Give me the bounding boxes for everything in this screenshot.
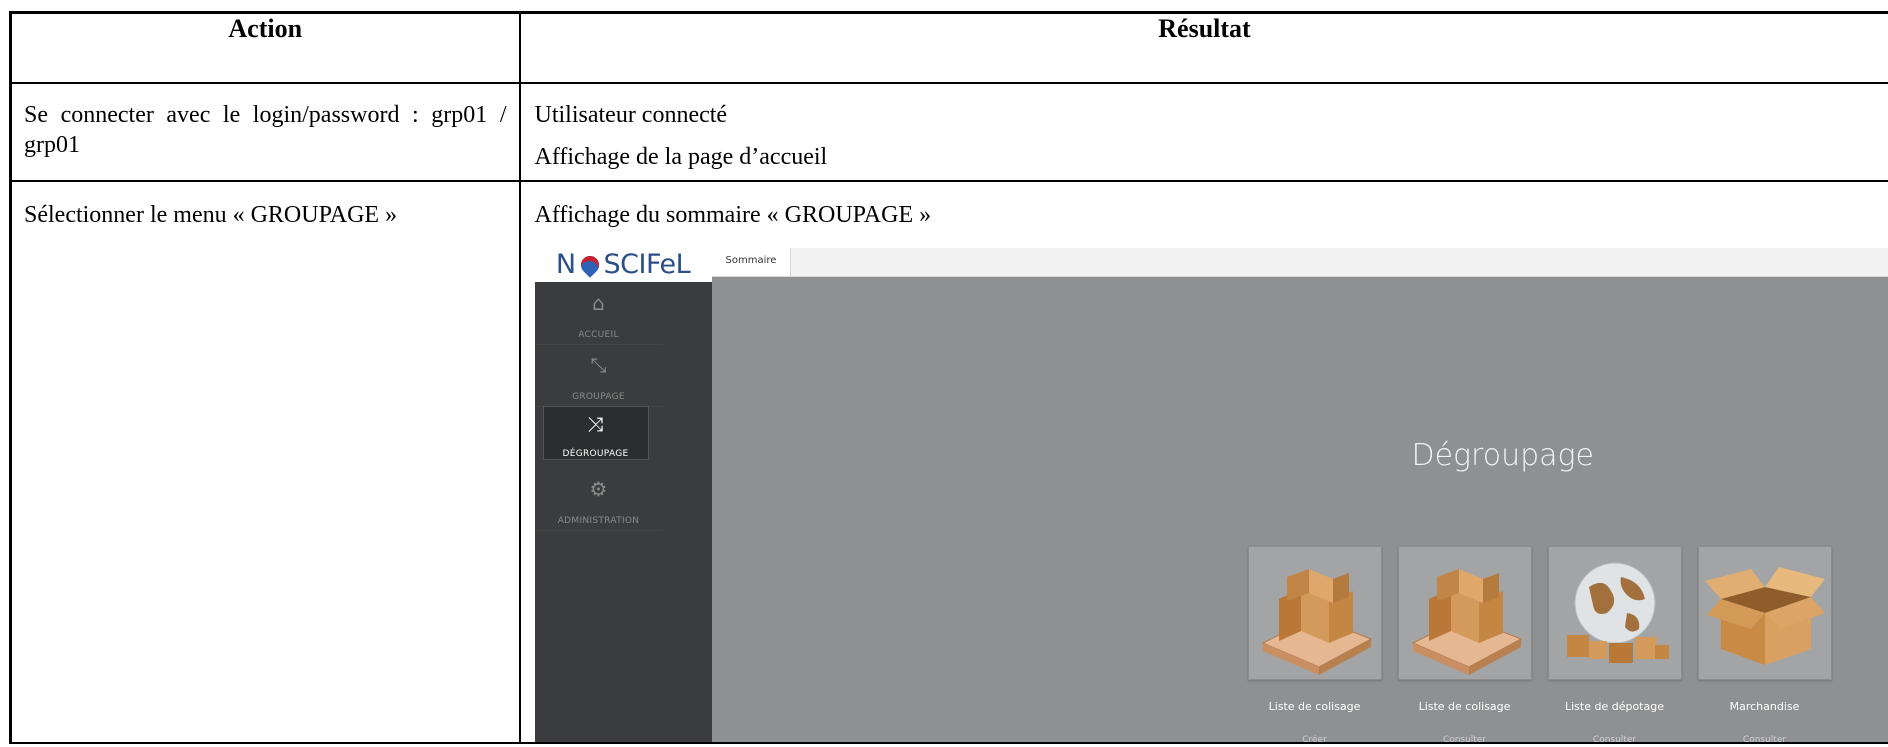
- pallet-boxes-icon: [1261, 569, 1372, 675]
- action-text: Se connecter avec le login/password : gr…: [24, 102, 507, 158]
- result-line: Affichage du sommaire « GROUPAGE »: [534, 202, 932, 228]
- table-row: Se connecter avec le login/password : gr…: [9, 82, 1888, 182]
- sidebar-item-groupage[interactable]: ⤡ GROUPAGE: [534, 344, 663, 407]
- action-text: Sélectionner le menu « GROUPAGE »: [24, 202, 398, 228]
- app-topbar: Sommaire: [711, 248, 1888, 277]
- action-cell: Sélectionner le menu « GROUPAGE »: [9, 180, 521, 744]
- tile-name: Liste de colisage: [1418, 700, 1511, 713]
- result-text: Affichage du sommaire « GROUPAGE » N SCI…: [521, 182, 1888, 742]
- result-cell: Utilisateur connecté Affichage de la pag…: [518, 82, 1888, 182]
- document-page: Action Résultat Se connecter avec le log…: [0, 0, 1888, 747]
- tab-sommaire[interactable]: Sommaire: [711, 248, 792, 276]
- test-steps-table: Action Résultat Se connecter avec le log…: [9, 11, 1888, 744]
- tile-name: Marchandise: [1729, 700, 1800, 713]
- sidebar-item-administration[interactable]: ⚙ ADMINISTRATION: [534, 468, 663, 531]
- globe-boxes-icon: [1566, 562, 1669, 663]
- tile-marchandise[interactable]: Marchandise Consulter: [1697, 546, 1832, 742]
- app-screenshot: N SCIFeL Sommaire ⌂ ACCUEIL ⤡ GROUPAGE ⤨…: [534, 248, 1888, 742]
- sidebar-item-degroupage[interactable]: ⤨ DÉGROUPAGE: [542, 406, 649, 460]
- pallet-boxes-icon: [1411, 569, 1522, 675]
- sidebar-item-label: DÉGROUPAGE: [562, 449, 629, 459]
- result-line: Utilisateur connecté: [534, 102, 728, 128]
- header-action: Action: [9, 11, 521, 84]
- gears-icon: ⚙: [589, 477, 608, 501]
- action-cell: Se connecter avec le login/password : gr…: [9, 82, 521, 182]
- app-sidebar: ⌂ ACCUEIL ⤡ GROUPAGE ⤨ DÉGROUPAGE ⚙ ADMI…: [534, 282, 712, 742]
- tile-subtitle: Créer: [1302, 735, 1327, 742]
- result-cell: Affichage du sommaire « GROUPAGE » N SCI…: [518, 180, 1888, 744]
- compress-icon: ⤡: [590, 353, 607, 377]
- tile-name: Liste de colisage: [1268, 700, 1361, 713]
- tile-subtitle: Consulter: [1442, 735, 1487, 742]
- table-header-row: Action Résultat: [9, 11, 1888, 84]
- logo-gem-icon: [576, 252, 603, 278]
- home-icon: ⌂: [592, 291, 605, 315]
- tile-liste-colisage-creer[interactable]: Liste de colisage Créer: [1247, 546, 1382, 742]
- table-row: Sélectionner le menu « GROUPAGE » Affich…: [9, 180, 1888, 744]
- logo-text-left: N: [555, 249, 576, 280]
- app-logo: N SCIFeL: [534, 248, 712, 282]
- tile-name: Liste de dépotage: [1564, 700, 1664, 713]
- header-result: Résultat: [518, 11, 1888, 84]
- tile-liste-colisage-consulter[interactable]: Liste de colisage Consulter: [1397, 546, 1532, 742]
- tile-liste-depotage[interactable]: Liste de dépotage Consulter: [1547, 546, 1682, 742]
- sidebar-item-accueil[interactable]: ⌂ ACCUEIL: [534, 282, 663, 345]
- tile-subtitle: Consulter: [1742, 735, 1787, 742]
- result-text: Utilisateur connecté Affichage de la pag…: [521, 84, 1888, 180]
- tile-subtitle: Consulter: [1592, 735, 1637, 742]
- logo-text-right: SCIFeL: [603, 249, 691, 280]
- open-box-icon: [1704, 567, 1825, 665]
- sidebar-item-label: ADMINISTRATION: [557, 516, 640, 526]
- page-title: Dégroupage: [1411, 438, 1595, 473]
- shuffle-icon: ⤨: [587, 412, 604, 436]
- result-line: Affichage de la page d’accueil: [534, 144, 828, 170]
